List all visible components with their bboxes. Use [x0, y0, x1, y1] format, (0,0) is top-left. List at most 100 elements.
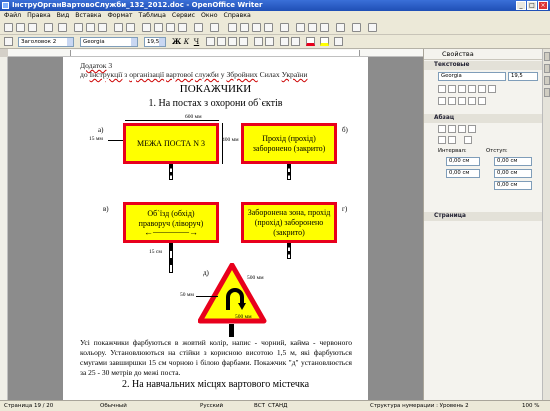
- vertical-ruler[interactable]: [0, 57, 8, 400]
- menu-edit[interactable]: Правка: [27, 11, 51, 21]
- sidebar-font-color-icon[interactable]: [438, 97, 446, 105]
- sidebar-clear-format-icon[interactable]: [488, 85, 496, 93]
- sidebar-section-page[interactable]: Страница: [424, 212, 544, 221]
- print-preview-icon[interactable]: [98, 23, 107, 32]
- menu-window[interactable]: Окно: [201, 11, 217, 21]
- close-button[interactable]: ×: [538, 1, 548, 10]
- email-icon[interactable]: [44, 23, 53, 32]
- font-name-combo[interactable]: Georgia: [80, 37, 138, 47]
- help-icon[interactable]: [368, 23, 377, 32]
- sidebar-indent-before[interactable]: 0,00 см: [494, 157, 532, 166]
- menu-format[interactable]: Формат: [107, 11, 132, 21]
- chevron-down-icon[interactable]: [131, 38, 137, 46]
- table-icon[interactable]: [240, 23, 249, 32]
- sidebar-spacing-below[interactable]: 0,00 см: [446, 169, 480, 178]
- increase-indent-icon[interactable]: [291, 37, 300, 46]
- background-color-icon[interactable]: [334, 37, 343, 46]
- hyperlink-icon[interactable]: [228, 23, 237, 32]
- image-icon[interactable]: [252, 23, 261, 32]
- font-color-icon[interactable]: [306, 37, 315, 46]
- sidebar-strike-icon[interactable]: [468, 85, 476, 93]
- styles-icon[interactable]: [4, 37, 13, 46]
- copy-icon[interactable]: [154, 23, 163, 32]
- print-icon[interactable]: [86, 23, 95, 32]
- gallery-icon[interactable]: [320, 23, 329, 32]
- chevron-down-icon[interactable]: [159, 38, 165, 46]
- sidebar-line-spacing-icon[interactable]: [464, 136, 472, 144]
- italic-button[interactable]: К: [182, 37, 191, 47]
- numbering-icon[interactable]: [254, 37, 263, 46]
- menu-file[interactable]: Файл: [4, 11, 21, 21]
- navigator-icon[interactable]: [308, 23, 317, 32]
- status-style[interactable]: Обычный: [100, 401, 127, 411]
- sidebar-spacing-above[interactable]: 0,00 см: [446, 157, 480, 166]
- sidebar-highlight-icon[interactable]: [448, 97, 456, 105]
- properties-tab-icon[interactable]: [544, 52, 550, 61]
- sidebar-align-center-icon[interactable]: [448, 125, 456, 133]
- undo-icon[interactable]: [194, 23, 203, 32]
- maximize-button[interactable]: □: [527, 1, 537, 10]
- status-insert-mode[interactable]: ВСТ: [254, 401, 265, 411]
- sidebar-justify-icon[interactable]: [468, 125, 476, 133]
- sidebar-section-paragraph[interactable]: Абзац: [424, 114, 544, 123]
- sidebar-underline-icon[interactable]: [458, 85, 466, 93]
- nonprinting-chars-icon[interactable]: [336, 23, 345, 32]
- paragraph-style-combo[interactable]: Заголовок 2: [18, 37, 74, 47]
- autospell-icon[interactable]: [126, 23, 135, 32]
- sidebar-align-right-icon[interactable]: [458, 125, 466, 133]
- styles-tab-icon[interactable]: [544, 64, 550, 73]
- align-center-icon[interactable]: [217, 37, 226, 46]
- status-selection-mode[interactable]: СТАНД: [268, 401, 287, 411]
- find-replace-icon[interactable]: [296, 23, 305, 32]
- sidebar-numbering-icon[interactable]: [448, 136, 456, 144]
- draw-functions-icon[interactable]: [280, 23, 289, 32]
- bold-button[interactable]: Ж: [172, 37, 181, 47]
- justify-icon[interactable]: [239, 37, 248, 46]
- status-page[interactable]: Страница 19 / 20: [4, 401, 53, 411]
- font-size-combo[interactable]: 19,5: [144, 37, 166, 47]
- status-zoom[interactable]: 100 %: [522, 401, 539, 411]
- export-pdf-icon[interactable]: [74, 23, 83, 32]
- paste-icon[interactable]: [166, 23, 175, 32]
- bullets-icon[interactable]: [265, 37, 274, 46]
- sidebar-bullets-icon[interactable]: [438, 136, 446, 144]
- menu-insert[interactable]: Вставка: [75, 11, 101, 21]
- highlight-icon[interactable]: [320, 37, 329, 46]
- new-document-icon[interactable]: [4, 23, 13, 32]
- cut-icon[interactable]: [142, 23, 151, 32]
- align-left-icon[interactable]: [206, 37, 215, 46]
- menu-tools[interactable]: Сервис: [172, 11, 195, 21]
- sidebar-first-line[interactable]: 0,00 см: [494, 181, 532, 190]
- format-paintbrush-icon[interactable]: [178, 23, 187, 32]
- chevron-down-icon[interactable]: [67, 38, 73, 46]
- save-icon[interactable]: [28, 23, 37, 32]
- underline-button[interactable]: Ч: [192, 37, 201, 47]
- sidebar-italic-icon[interactable]: [448, 85, 456, 93]
- edit-file-icon[interactable]: [58, 23, 67, 32]
- sidebar-bold-icon[interactable]: [438, 85, 446, 93]
- sidebar-spacing-icon[interactable]: [478, 97, 486, 105]
- sidebar-subscript-icon[interactable]: [468, 97, 476, 105]
- horizontal-ruler[interactable]: [8, 49, 423, 57]
- sidebar-font-name[interactable]: Georgia: [438, 72, 506, 81]
- document-area[interactable]: Додаток 3 до Інструкції з організації ва…: [8, 57, 423, 400]
- gallery-tab-icon[interactable]: [544, 76, 550, 85]
- sidebar-align-left-icon[interactable]: [438, 125, 446, 133]
- redo-icon[interactable]: [210, 23, 219, 32]
- decrease-indent-icon[interactable]: [280, 37, 289, 46]
- menu-view[interactable]: Вид: [57, 11, 70, 21]
- sidebar-superscript-icon[interactable]: [458, 97, 466, 105]
- sidebar-shadow-icon[interactable]: [478, 85, 486, 93]
- spellcheck-icon[interactable]: [114, 23, 123, 32]
- sidebar-font-size[interactable]: 19,5: [508, 72, 538, 81]
- minimize-button[interactable]: _: [516, 1, 526, 10]
- menu-help[interactable]: Справка: [224, 11, 251, 21]
- chart-icon[interactable]: [264, 23, 273, 32]
- sidebar-indent-after[interactable]: 0,00 см: [494, 169, 532, 178]
- zoom-icon[interactable]: [352, 23, 361, 32]
- navigator-tab-icon[interactable]: [544, 88, 550, 97]
- sidebar-section-text[interactable]: Текстовые: [424, 61, 544, 70]
- menu-table[interactable]: Таблица: [139, 11, 166, 21]
- document-page[interactable]: Додаток 3 до Інструкції з організації ва…: [63, 57, 368, 400]
- align-right-icon[interactable]: [228, 37, 237, 46]
